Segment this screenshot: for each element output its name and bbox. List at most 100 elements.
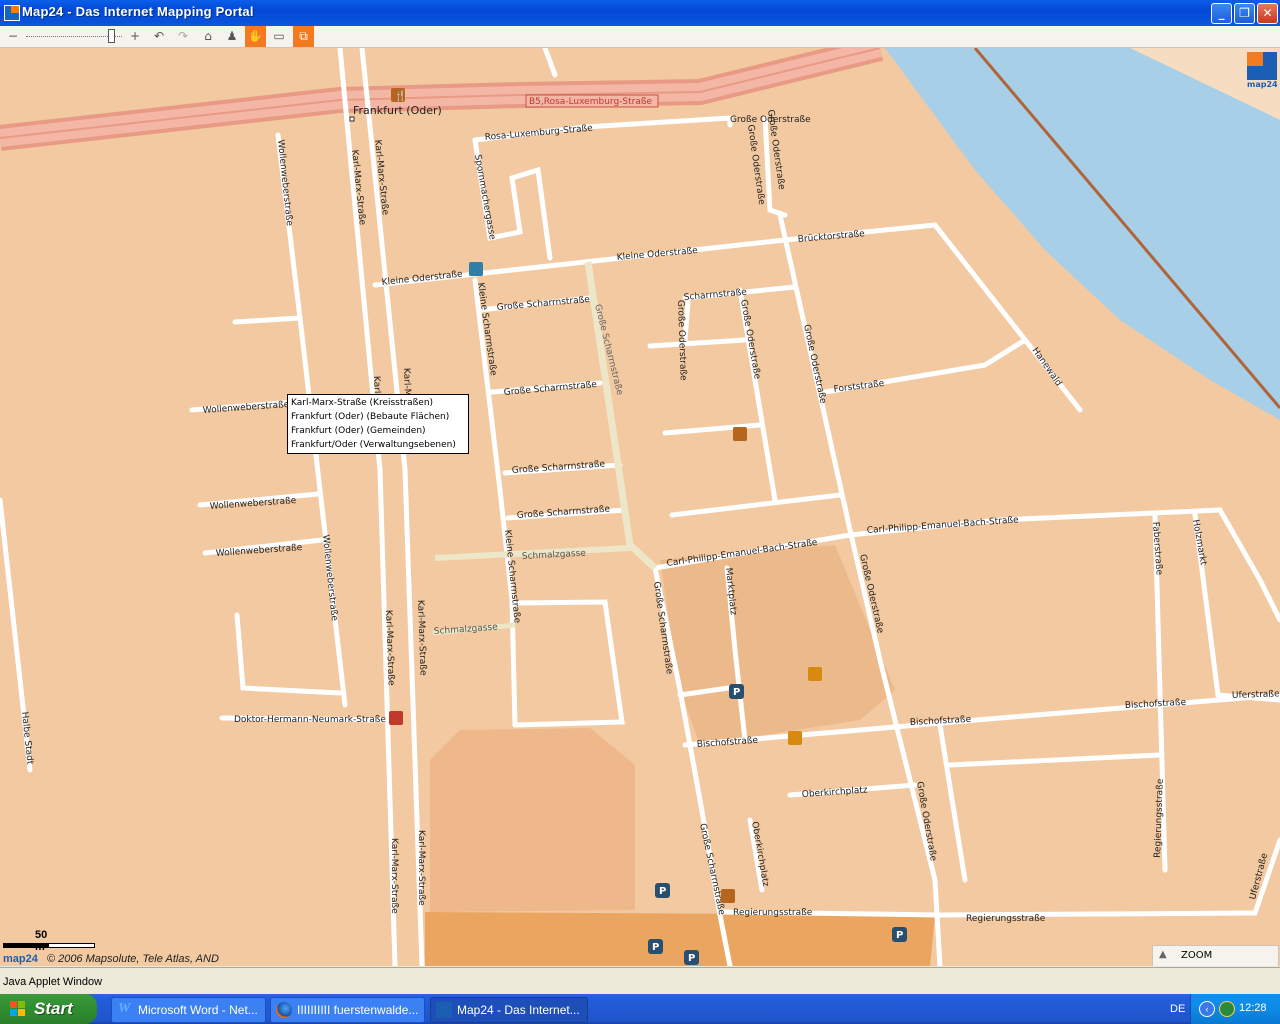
task-label: IIIIIIIIII fuerstenwalde... <box>297 1003 419 1017</box>
title-bar[interactable]: Map24 - Das Internet Mapping Portal _ ❐ … <box>0 0 1280 26</box>
label-wollen-4: Wollenweberstraße <box>216 543 304 559</box>
museum-icon[interactable] <box>808 667 822 681</box>
taskbar-item-word[interactable]: W Microsoft Word - Net... <box>111 997 266 1023</box>
svg-text:P: P <box>733 687 740 698</box>
label-karl-marx-4: Karl-Marx-Straße <box>415 600 428 676</box>
expand-up-icon[interactable]: ▲ <box>1159 949 1167 960</box>
restaurant-icon[interactable] <box>733 427 747 441</box>
label-holzmarkt: Holzmarkt <box>1190 519 1208 567</box>
task-label: Map24 - Das Internet... <box>457 1003 580 1017</box>
map-svg[interactable]: B5,Rosa-Luxemburg-Straße Frankfurt (Oder… <box>0 48 1280 966</box>
task-label: Microsoft Word - Net... <box>138 1003 258 1017</box>
museum-icon[interactable] <box>788 731 802 745</box>
label-wollen-1: Wollenweberstraße <box>275 139 294 227</box>
bus-stop-icon[interactable] <box>469 262 483 276</box>
zoom-slider-handle[interactable] <box>107 29 115 43</box>
scale-label: 50 m <box>35 929 48 953</box>
map24-app-icon <box>4 5 20 21</box>
maximize-button[interactable]: ❐ <box>1234 3 1255 24</box>
zoom-out-button[interactable]: − <box>6 28 20 45</box>
tooltip-line: Frankfurt (Oder) (Gemeinden) <box>291 426 426 436</box>
label-forst: Forststraße <box>833 379 885 395</box>
label-karl-marx-6: Karl-Marx-Straße <box>416 830 426 906</box>
home-icon[interactable]: ⌂ <box>200 28 216 45</box>
label-cpeb-2: Carl-Philipp-Emanuel-Bach-Straße <box>867 515 1020 536</box>
redo-icon[interactable]: ↷ <box>175 28 191 45</box>
pan-hand-icon[interactable]: ✋ <box>245 26 266 47</box>
label-bischof-2: Bischofstraße <box>910 715 972 728</box>
label-grosse-oder-1: Große Oderstraße <box>745 124 766 206</box>
label-karl-marx-7: Karl-M <box>401 368 412 397</box>
clock[interactable]: 12:28 <box>1239 1002 1267 1014</box>
window-toggle-icon[interactable]: ⧉ <box>293 26 314 47</box>
label-faber: Faberstraße <box>1150 522 1164 576</box>
hotel-icon[interactable] <box>389 711 403 725</box>
network-globe-icon[interactable] <box>1219 1001 1235 1017</box>
label-regierung-1: Regierungsstraße <box>733 908 813 918</box>
copyright: map24 © 2006 Mapsolute, Tele Atlas, AND <box>3 953 219 965</box>
applet-status-text: Java Applet Window <box>3 976 103 988</box>
tray-arrow-icon[interactable]: ‹ <box>1199 1001 1215 1017</box>
svg-text:P: P <box>688 953 695 964</box>
label-brueckentor: Brücktorstraße <box>797 229 865 245</box>
label-frankfurt: Frankfurt (Oder) <box>353 104 442 117</box>
taskbar: Start W Microsoft Word - Net... IIIIIIII… <box>0 994 1280 1024</box>
map24-icon <box>436 1002 452 1018</box>
map-canvas[interactable]: B5,Rosa-Luxemburg-Straße Frankfurt (Oder… <box>0 48 1280 966</box>
city-marker <box>349 116 355 122</box>
zoom-in-button[interactable]: + <box>128 28 142 45</box>
taskbar-item-map24[interactable]: Map24 - Das Internet... <box>430 997 588 1023</box>
label-grosse-scharrn-4: Große Scharrnstraße <box>517 504 611 521</box>
south-block <box>425 912 935 966</box>
tooltip-line: Frankfurt/Oder (Verwaltungsebenen) <box>291 440 456 450</box>
zoom-panel[interactable]: ▲ ZOOM <box>1152 945 1279 966</box>
label-grosse-oder-3: Große Oderstraße <box>801 324 828 405</box>
label-regierung-2: Regierungsstraße <box>966 914 1046 924</box>
label-halbe: Halbe Stadt <box>19 711 35 765</box>
person-icon[interactable]: ♟ <box>224 28 240 45</box>
label-rosa: Rosa-Luxemburg-Straße <box>484 124 593 143</box>
svg-text:🍴: 🍴 <box>394 89 406 102</box>
language-indicator[interactable]: DE <box>1170 1003 1185 1015</box>
undo-icon[interactable]: ↶ <box>151 28 167 45</box>
tooltip-line: Karl-Marx-Straße (Kreisstraßen) <box>291 398 434 408</box>
label-wollen-2: Wollenweberstraße <box>203 400 291 416</box>
minimize-button[interactable]: _ <box>1211 3 1232 24</box>
measure-icon[interactable]: ▭ <box>270 28 288 45</box>
svg-text:P: P <box>896 930 903 941</box>
built-area <box>430 728 635 912</box>
label-karl-marx-5: Karl-Marx-Straße <box>389 838 399 914</box>
scale-bar-graphic <box>3 943 95 948</box>
label-kleine-oder-2: Kleine Oderstraße <box>616 246 698 263</box>
label-wollen-5: Wollenweberstraße <box>320 534 339 622</box>
svg-text:P: P <box>652 942 659 953</box>
label-hanewald: Hanewald <box>1030 346 1064 388</box>
label-wollen-3: Wollenweberstraße <box>210 496 298 512</box>
label-grosse-scharrn-3: Große Scharrnstraße <box>512 459 606 476</box>
label-spornmacher: Spornmachergasse <box>472 154 497 241</box>
label-schmalz-1: Schmalzgasse <box>522 549 587 562</box>
window-title: Map24 - Das Internet Mapping Portal <box>22 4 254 19</box>
copyright-text: © 2006 Mapsolute, Tele Atlas, AND <box>46 953 219 965</box>
label-grosse-oder-5: Große Oderstraße <box>914 781 938 863</box>
zoom-label: ZOOM <box>1181 950 1213 961</box>
map-toolbar: − + ↶ ↷ ⌂ ♟ ✋ ▭ ⧉ <box>0 26 1280 48</box>
restaurant-icon[interactable] <box>721 889 735 903</box>
system-tray: ‹ 12:28 <box>1190 994 1280 1024</box>
start-button[interactable]: Start <box>0 994 97 1024</box>
label-grosse-oder-6: Große Oderstraße <box>675 300 688 381</box>
label-grosse-scharrn-2: Große Scharrnstraße <box>503 380 597 398</box>
taskbar-item-firefox[interactable]: IIIIIIIIII fuerstenwalde... <box>270 997 425 1023</box>
label-b5: B5,Rosa-Luxemburg-Straße <box>529 97 653 107</box>
applet-status-bar: Java Applet Window <box>0 967 1280 994</box>
label-doktor: Doktor-Hermann-Neumark-Straße <box>234 715 386 725</box>
label-schmalz-2: Schmalzgasse <box>434 623 499 637</box>
start-label: Start <box>34 999 73 1018</box>
label-kleine-oder-1: Kleine Oderstraße <box>381 270 463 288</box>
label-grosse-scharrn-1: Große Scharrnstraße <box>496 295 590 313</box>
tooltip-line: Frankfurt (Oder) (Bebaute Flächen) <box>291 412 450 422</box>
map-tooltip: Karl-Marx-Straße (Kreisstraßen) Frankfur… <box>287 394 469 454</box>
close-button[interactable]: ✕ <box>1257 3 1278 24</box>
label-ufer-1: Uferstraße <box>1232 689 1280 701</box>
label-oberkirch-2: Oberkirchplatz <box>749 821 770 888</box>
